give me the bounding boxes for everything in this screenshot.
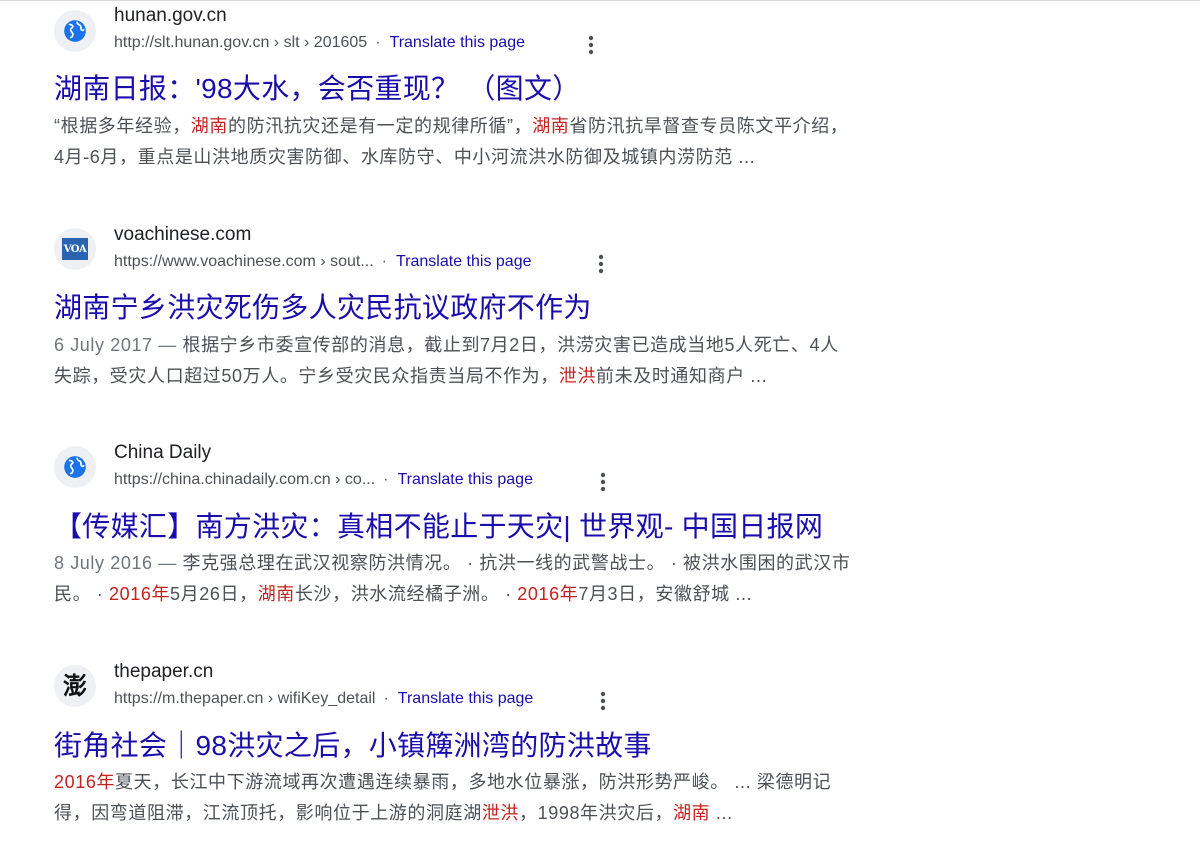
result-url[interactable]: https://www.voachinese.com › sout...	[114, 253, 374, 271]
snippet-text: ...	[710, 803, 733, 823]
more-options-button[interactable]	[581, 32, 601, 58]
more-options-button[interactable]	[593, 688, 613, 714]
translate-link[interactable]: Translate this page	[397, 471, 532, 489]
result-url[interactable]: http://slt.hunan.gov.cn › slt › 201605	[114, 34, 367, 52]
snippet-text: 前未及时通知商户 ...	[596, 366, 768, 386]
snippet-line: 失踪，受灾人口超过50万人。宁乡受灾民众指责当局不作为，泄洪前未及时通知商户 .…	[54, 361, 974, 392]
snippet-text: “根据多年经验，	[54, 116, 191, 136]
voa-logo-icon: VOA	[62, 238, 88, 260]
site-favicon[interactable]: VOA	[54, 228, 96, 270]
keyword-highlight: 湖南	[257, 584, 295, 604]
site-favicon[interactable]	[54, 10, 96, 52]
result-date: 8 July 2016 —	[54, 553, 183, 573]
result-snippet: 2016年夏天，长江中下游流域再次遭遇连续暴雨，多地水位暴涨，防洪形势严峻。 .…	[54, 767, 974, 829]
result-title-link[interactable]: 湖南宁乡洪灾死伤多人灾民抗议政府不作为	[54, 286, 592, 326]
result-url[interactable]: https://china.chinadaily.com.cn › co...	[114, 471, 375, 489]
result-date: 6 July 2017 —	[54, 335, 183, 355]
keyword-highlight: 2016年	[517, 584, 579, 604]
translate-link[interactable]: Translate this page	[398, 690, 533, 708]
snippet-text: 5月26日，	[170, 584, 258, 604]
more-vert-icon	[600, 472, 606, 492]
result-snippet: 8 July 2016 — 李克强总理在武汉视察防洪情况。 · 抗洪一线的武警战…	[54, 548, 974, 610]
snippet-text: 7月3日，安徽舒城 ...	[578, 584, 753, 604]
separator-dot: ·	[375, 34, 381, 51]
result-snippet: 6 July 2017 — 根据宁乡市委宣传部的消息，截止到7月2日，洪涝灾害已…	[54, 330, 974, 392]
translate-link[interactable]: Translate this page	[396, 253, 531, 271]
snippet-text: 失踪，受灾人口超过50万人。宁乡受灾民众指责当局不作为，	[54, 366, 559, 386]
site-name[interactable]: hunan.gov.cn	[114, 5, 227, 27]
keyword-highlight: 泄洪	[558, 366, 597, 386]
keyword-highlight: 2016年	[109, 584, 171, 604]
url-line: http://slt.hunan.gov.cn › slt › 201605 ·…	[114, 34, 525, 52]
site-favicon[interactable]: 澎	[54, 665, 96, 707]
separator-dot: ·	[383, 690, 389, 707]
thepaper-logo-icon: 澎	[63, 671, 87, 700]
keyword-highlight: 湖南	[532, 116, 570, 136]
more-vert-icon	[588, 35, 594, 55]
snippet-text: ，1998年洪灾后，	[519, 803, 674, 823]
snippet-text: 长沙，洪水流经橘子洲。 ·	[294, 584, 518, 604]
snippet-line: 民。 · 2016年5月26日，湖南长沙，洪水流经橘子洲。 · 2016年7月3…	[54, 579, 974, 610]
snippet-text: 根据宁乡市委宣传部的消息，截止到7月2日，洪涝灾害已造成当地5人死亡、4人	[182, 335, 839, 355]
snippet-text: 夏天，长江中下游流域再次遭遇连续暴雨，多地水位暴涨，防洪形势严峻。 ... 梁德…	[115, 772, 832, 792]
site-name[interactable]: China Daily	[114, 442, 211, 464]
snippet-text: 民。 ·	[54, 584, 109, 604]
result-title-link[interactable]: 【传媒汇】南方洪灾：真相不能止于天灾| 世界观- 中国日报网	[54, 505, 823, 545]
snippet-line: 得，因弯道阻滞，江流顶托，影响位于上游的洞庭湖泄洪，1998年洪灾后，湖南 ..…	[54, 798, 974, 829]
keyword-highlight: 2016年	[54, 772, 116, 792]
snippet-line: 6 July 2017 — 根据宁乡市委宣传部的消息，截止到7月2日，洪涝灾害已…	[54, 330, 974, 361]
globe-icon	[64, 20, 86, 42]
snippet-line: 2016年夏天，长江中下游流域再次遭遇连续暴雨，多地水位暴涨，防洪形势严峻。 .…	[54, 767, 974, 798]
more-options-button[interactable]	[591, 251, 611, 277]
keyword-highlight: 湖南	[673, 803, 711, 823]
separator-dot: ·	[383, 471, 389, 488]
snippet-text: 省防汛抗旱督查专员陈文平介绍，	[569, 116, 849, 136]
snippet-text: 李克强总理在武汉视察防洪情况。 · 抗洪一线的武警战士。 · 被洪水围困的武汉市	[182, 553, 851, 573]
url-line: https://china.chinadaily.com.cn › co... …	[114, 471, 533, 489]
result-url[interactable]: https://m.thepaper.cn › wifiKey_detail	[114, 690, 375, 708]
snippet-text: 4月-6月，重点是山洪地质灾害防御、水库防守、中小河流洪水防御及城镇内涝防范 .…	[54, 147, 756, 167]
url-line: https://www.voachinese.com › sout... · T…	[114, 253, 531, 271]
keyword-highlight: 湖南	[190, 116, 228, 136]
result-title-link[interactable]: 湖南日报：'98大水，会否重现？ （图文）	[54, 67, 581, 107]
snippet-line: 4月-6月，重点是山洪地质灾害防御、水库防守、中小河流洪水防御及城镇内涝防范 .…	[54, 142, 974, 173]
site-name[interactable]: voachinese.com	[114, 224, 251, 246]
snippet-text: 的防汛抗灾还是有一定的规律所循”，	[228, 116, 533, 136]
more-vert-icon	[600, 691, 606, 711]
more-vert-icon	[598, 254, 604, 274]
site-name[interactable]: thepaper.cn	[114, 661, 213, 683]
snippet-text: 得，因弯道阻滞，江流顶托，影响位于上游的洞庭湖	[54, 803, 482, 823]
snippet-line: 8 July 2016 — 李克强总理在武汉视察防洪情况。 · 抗洪一线的武警战…	[54, 548, 974, 579]
result-title-link[interactable]: 街角社会｜98洪灾之后，小镇簰洲湾的防洪故事	[54, 724, 652, 764]
separator-dot: ·	[381, 253, 387, 270]
result-snippet: “根据多年经验，湖南的防汛抗灾还是有一定的规律所循”，湖南省防汛抗旱督查专员陈文…	[54, 111, 974, 173]
more-options-button[interactable]	[593, 469, 613, 495]
snippet-line: “根据多年经验，湖南的防汛抗灾还是有一定的规律所循”，湖南省防汛抗旱督查专员陈文…	[54, 111, 974, 142]
site-favicon[interactable]	[54, 446, 96, 488]
translate-link[interactable]: Translate this page	[390, 34, 525, 52]
globe-icon	[64, 456, 86, 478]
keyword-highlight: 泄洪	[481, 803, 520, 823]
url-line: https://m.thepaper.cn › wifiKey_detail ·…	[114, 690, 533, 708]
